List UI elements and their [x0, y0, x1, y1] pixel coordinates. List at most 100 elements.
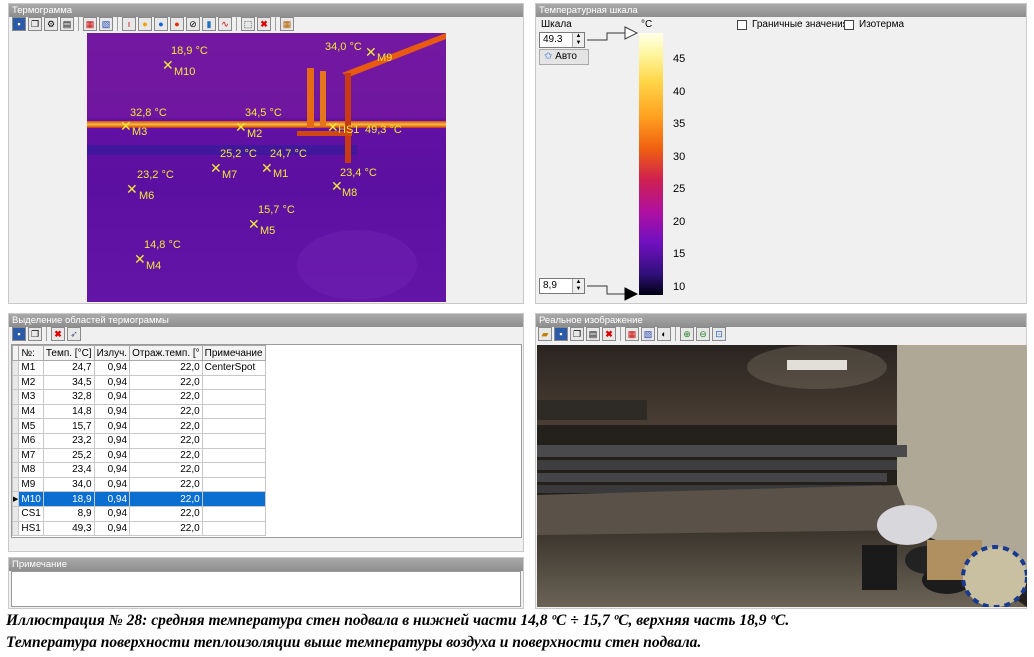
palette-icon[interactable]: ▦ — [625, 327, 639, 341]
table-row[interactable]: M4 14,8 0,94 22,0 — [12, 403, 266, 420]
copy-icon[interactable]: ❐ — [28, 17, 42, 31]
save-icon[interactable]: ▪ — [12, 327, 26, 341]
isotherm-checkbox[interactable] — [844, 20, 854, 30]
scale-label: Шкала — [541, 19, 572, 30]
open-folder-icon[interactable]: ▰ — [538, 327, 552, 341]
reflected-temp-cell: 22,0 — [129, 403, 203, 420]
marker-cross-icon[interactable]: ✕ — [261, 161, 273, 175]
point-icon[interactable]: ● — [170, 17, 184, 31]
thermometer-icon[interactable]: ı — [122, 17, 136, 31]
table-row[interactable]: M2 34,5 0,94 22,0 — [12, 374, 266, 391]
emissivity-cell: 0,94 — [93, 491, 131, 507]
column-header[interactable]: Излуч. — [93, 345, 131, 361]
temperature-cell: 23,4 — [42, 462, 95, 478]
zoom-in-icon[interactable]: ⊕ — [680, 327, 694, 341]
table-row[interactable]: M6 23,2 0,94 22,0 — [12, 432, 266, 449]
note-cell — [201, 462, 266, 478]
marker-id-label: M5 — [260, 225, 276, 237]
scale-tick-label: 10 — [673, 281, 686, 293]
marker-id-label: M8 — [342, 187, 358, 199]
marker-cross-icon[interactable]: ✕ — [331, 179, 343, 193]
table-row[interactable]: M5 15,7 0,94 22,0 — [12, 418, 266, 434]
zoom-out-icon[interactable]: ⊖ — [696, 327, 710, 341]
min-pointer-icon[interactable] — [585, 282, 640, 302]
table-row[interactable]: M8 23,4 0,94 22,0 — [12, 462, 266, 478]
table-row[interactable]: M9 34,0 0,94 22,0 — [12, 476, 266, 493]
region-id-cell: M10 — [18, 491, 44, 507]
copy-icon[interactable]: ❐ — [28, 327, 42, 341]
toolbar-separator — [236, 17, 237, 31]
profile-icon[interactable]: ∿ — [218, 17, 232, 31]
emissivity-cell: 0,94 — [93, 418, 131, 434]
marker-id-label: M1 — [273, 168, 289, 180]
pointer-icon[interactable]: ➶ — [67, 327, 81, 341]
boundary-values-checkbox[interactable] — [737, 20, 747, 30]
palette-icon[interactable]: ▦ — [83, 17, 97, 31]
marker-cross-icon[interactable]: ✕ — [134, 252, 146, 266]
delete-icon[interactable]: ✖ — [257, 17, 271, 31]
table-row[interactable]: ▶ M10 18,9 0,94 22,0 — [12, 491, 266, 507]
scale-tick-label: 30 — [673, 151, 686, 163]
flip-icon[interactable]: ▧ — [641, 327, 655, 341]
column-header[interactable]: Темп. [°C] — [42, 345, 95, 361]
table-row[interactable]: M1 24,7 0,94 22,0 CenterSpot — [12, 360, 266, 376]
select-area-icon[interactable]: ⬚ — [241, 17, 255, 31]
save-icon[interactable]: ▪ — [554, 327, 568, 341]
marker-cross-icon[interactable]: ✕ — [126, 182, 138, 196]
marker-cross-icon[interactable]: ✕ — [248, 217, 260, 231]
column-header[interactable]: №: — [18, 345, 44, 361]
table-row[interactable]: M7 25,2 0,94 22,0 — [12, 447, 266, 464]
scale-panel-title: Температурная шкала — [536, 4, 1026, 17]
settings-icon[interactable]: ⚙ — [44, 17, 58, 31]
thermogram-toolbar: ▪ ❐ ⚙ ▤ ▦ ▧ ı ● ● ● ⊘ ▮ ∿ ⬚ ✖ ▦ — [12, 17, 294, 31]
flip-icon[interactable]: ▧ — [99, 17, 113, 31]
note-textarea[interactable] — [11, 571, 521, 607]
scale-tick-label: 35 — [673, 118, 686, 130]
reflected-temp-cell: 22,0 — [129, 360, 203, 376]
column-header[interactable]: Отраж.темп. [° — [129, 345, 203, 361]
marker-cross-icon[interactable]: ✕ — [235, 120, 247, 134]
paste-icon[interactable]: ▤ — [586, 327, 600, 341]
marker-cross-icon[interactable]: ✕ — [327, 120, 339, 134]
marker-temp-label: 18,9 °C — [171, 45, 208, 57]
marker-cross-icon[interactable]: ✕ — [162, 58, 174, 72]
save-icon[interactable]: ▪ — [12, 17, 26, 31]
scale-tick-label: 20 — [673, 216, 686, 228]
contrast-icon[interactable]: ◐ — [657, 327, 671, 341]
copy-icon[interactable]: ❐ — [570, 327, 584, 341]
scale-max-input[interactable]: 49.3 ▲ ▼ — [539, 32, 585, 48]
emissivity-cell: 0,94 — [93, 403, 131, 420]
export-icon[interactable]: ▤ — [60, 17, 74, 31]
hot-spot-icon[interactable]: ● — [138, 17, 152, 31]
note-cell — [201, 432, 266, 449]
table-row[interactable]: HS1 49,3 0,94 22,0 — [12, 520, 266, 537]
grid-icon[interactable]: ▦ — [280, 17, 294, 31]
table-row[interactable]: CS1 8,9 0,94 22,0 — [12, 505, 266, 522]
emissivity-cell: 0,94 — [93, 476, 131, 493]
cold-spot-icon[interactable]: ● — [154, 17, 168, 31]
delete-icon[interactable]: ✖ — [602, 327, 616, 341]
spin-arrows-icon[interactable]: ▲ ▼ — [572, 33, 584, 47]
temperature-cell: 23,2 — [42, 432, 95, 449]
disable-icon[interactable]: ⊘ — [186, 17, 200, 31]
spin-arrows-icon[interactable]: ▲ ▼ — [572, 279, 584, 293]
max-pointer-icon[interactable] — [585, 26, 640, 46]
delete-icon[interactable]: ✖ — [51, 327, 65, 341]
basement-photo-graphic — [537, 345, 1027, 607]
column-header[interactable]: Примечание — [201, 345, 266, 361]
region-id-cell: M3 — [18, 389, 44, 405]
marker-cross-icon[interactable]: ✕ — [365, 45, 377, 59]
marker-temp-label: 49,3 °C — [365, 124, 402, 136]
table-row[interactable]: M3 32,8 0,94 22,0 — [12, 389, 266, 405]
temperature-cell: 15,7 — [42, 418, 95, 434]
marker-cross-icon[interactable]: ✕ — [120, 119, 132, 133]
histogram-icon[interactable]: ▮ — [202, 17, 216, 31]
auto-button[interactable]: ✩ Авто — [539, 49, 589, 65]
scale-min-input[interactable]: 8,9 ▲ ▼ — [539, 278, 585, 294]
reflected-temp-cell: 22,0 — [129, 374, 203, 391]
marker-cross-icon[interactable]: ✕ — [210, 161, 222, 175]
regions-toolbar: ▪ ❐ ✖ ➶ — [12, 327, 81, 341]
note-cell — [201, 505, 266, 522]
zoom-fit-icon[interactable]: ⊡ — [712, 327, 726, 341]
marker-temp-label: 25,2 °C — [220, 148, 257, 160]
